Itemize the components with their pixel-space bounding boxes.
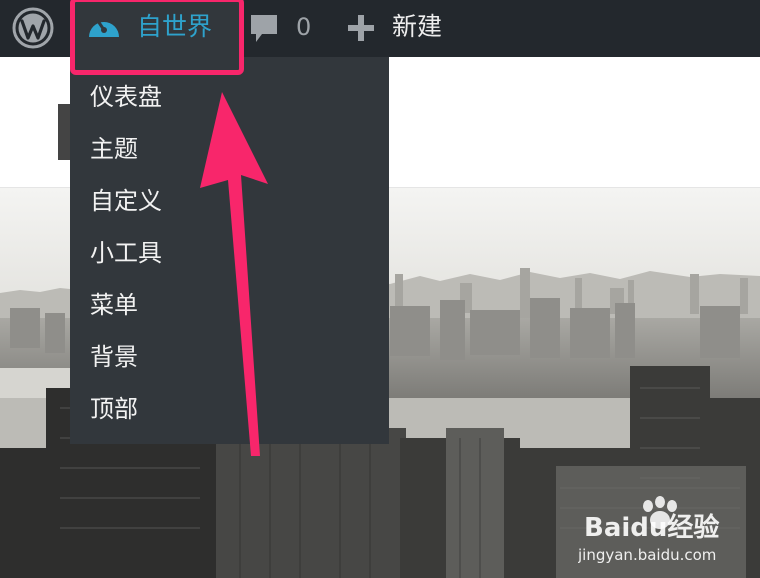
submenu-item-header[interactable]: 顶部 bbox=[90, 389, 138, 429]
comment-count[interactable]: 0 bbox=[296, 12, 311, 42]
submenu-item-widgets[interactable]: 小工具 bbox=[90, 233, 162, 273]
submenu-item-customize[interactable]: 自定义 bbox=[90, 181, 162, 221]
annotation-highlight-box bbox=[70, 0, 244, 75]
watermark-brand: Baidu经验 bbox=[584, 512, 719, 543]
submenu-item-dashboard[interactable]: 仪表盘 bbox=[90, 77, 162, 117]
submenu-item-background[interactable]: 背景 bbox=[90, 337, 138, 377]
comment-icon[interactable] bbox=[249, 12, 279, 46]
submenu-item-menus[interactable]: 菜单 bbox=[90, 285, 138, 325]
watermark-url: jingyan.baidu.com bbox=[578, 546, 716, 564]
submenu-item-themes[interactable]: 主题 bbox=[90, 129, 138, 169]
plus-icon[interactable] bbox=[348, 15, 374, 41]
new-content-button[interactable]: 新建 bbox=[392, 11, 442, 43]
site-name-submenu: 仪表盘 主题 自定义 小工具 菜单 背景 顶部 bbox=[70, 57, 389, 444]
wordpress-logo-icon[interactable] bbox=[12, 7, 54, 49]
baidu-watermark: Baidu经验 jingyan.baidu.com bbox=[578, 496, 719, 564]
